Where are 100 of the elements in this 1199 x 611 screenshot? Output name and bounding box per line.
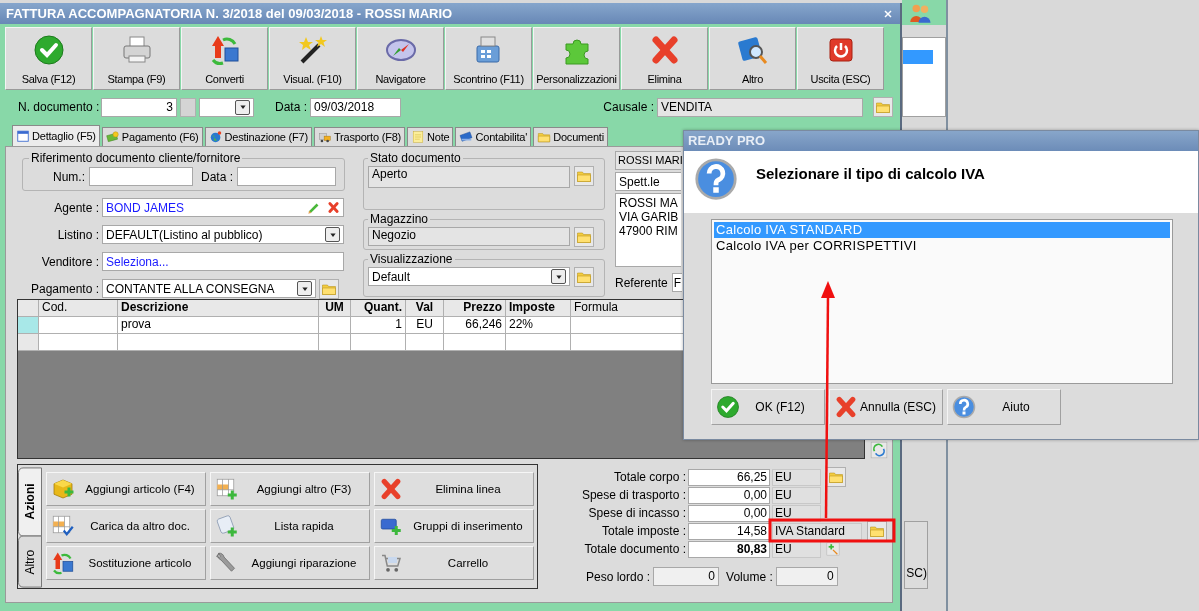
group-title: Stato documento (369, 151, 462, 165)
tab[interactable]: Dettaglio (F5) (12, 125, 100, 146)
action-button[interactable]: Carica da altro doc. (46, 509, 206, 543)
group-title: Riferimento documento cliente/fornitore (30, 151, 242, 165)
action-button[interactable]: Carrello (374, 546, 534, 580)
toolbar-button[interactable]: Elimina (621, 27, 708, 90)
truck-icon (317, 130, 332, 144)
folder-icon (537, 130, 552, 144)
tab[interactable]: Contabilita' (455, 127, 532, 146)
dialog-button[interactable]: Annulla (ESC) (829, 389, 943, 425)
dropdown[interactable]: Default (368, 267, 570, 287)
readonly-field: Aperto (368, 166, 570, 188)
field-label: Volume : (726, 569, 773, 584)
table-cell (351, 334, 406, 351)
folder-button[interactable] (574, 166, 594, 186)
causale-field[interactable]: VENDITA (657, 97, 863, 117)
checkmark-icon (716, 395, 740, 419)
field-label: Listino : (56, 227, 99, 242)
total-label: Spese di incasso : (587, 506, 686, 520)
readonly-field: Negozio (368, 227, 570, 247)
side-tab[interactable]: Azioni (18, 467, 42, 537)
total-value: 0,00 (688, 486, 770, 504)
toolbar-button[interactable]: Visual. (F10) (269, 27, 356, 90)
folder-icon (576, 229, 592, 246)
folder-button[interactable] (574, 267, 594, 288)
total-label: Totale corpo : (612, 470, 686, 484)
spin-button[interactable] (180, 97, 196, 117)
action-button[interactable]: Gruppi di inserimento (374, 509, 534, 543)
referente-field[interactable]: F (671, 273, 682, 292)
action-button[interactable]: Aggiungi riparazione (210, 546, 370, 580)
total-value: 80,83 (688, 540, 770, 558)
field-label: Num.: (53, 169, 85, 184)
address-field[interactable]: ROSSI MA VIA GARIB 47900 RIM (615, 193, 681, 267)
date-field[interactable] (237, 167, 337, 186)
folder-icon (875, 99, 891, 115)
close-button[interactable] (882, 7, 894, 20)
printer-icon (120, 34, 153, 66)
dropdown[interactable]: DEFAULT(Listino al pubblico) (102, 225, 344, 244)
side-tab[interactable]: Altro (18, 536, 42, 588)
folder-button[interactable] (319, 278, 339, 299)
toolbar-button[interactable]: Navigatore (357, 27, 444, 90)
cancel-icon (834, 395, 858, 419)
calendar-icon (16, 129, 30, 143)
list-item[interactable]: Calcolo IVA per CORRISPETTIVI (714, 238, 1170, 254)
selected-row (903, 50, 933, 64)
tab[interactable]: Pagamento (F6) (101, 127, 203, 146)
dialog-title: READY PRO (684, 131, 1198, 151)
action-button[interactable]: Elimina linea (374, 472, 534, 506)
field-label: Agente : (53, 200, 99, 215)
number-field[interactable] (89, 167, 193, 186)
agent-field[interactable]: BOND JAMES (102, 198, 344, 217)
toolbar-button[interactable]: Altro (709, 27, 796, 90)
seller-field[interactable]: Seleziona... (102, 252, 344, 271)
total-value: 0,00 (688, 504, 770, 522)
table-cell (319, 334, 351, 351)
background-button[interactable]: SC) (904, 521, 928, 589)
toolbar-button[interactable]: Uscita (ESC) (797, 27, 884, 90)
tab[interactable]: Documenti (533, 127, 608, 146)
folder-button[interactable] (826, 467, 846, 487)
folder-button[interactable] (574, 227, 594, 248)
toolbar-button[interactable]: Converti (181, 27, 268, 90)
tab[interactable]: Note (407, 127, 454, 146)
unit-field: IVA Standard (772, 522, 862, 540)
question-icon (694, 157, 738, 201)
number-field[interactable]: 3 (101, 97, 177, 117)
grid-add-icon (215, 477, 239, 501)
total-value: 66,25 (688, 468, 770, 486)
action-button[interactable]: Aggiungi altro (F3) (210, 472, 370, 506)
folder-icon (576, 269, 592, 286)
unit-field: EU (772, 468, 821, 486)
measure-field[interactable]: 0 (775, 567, 838, 586)
toolbar-button[interactable]: Scontrino (F11) (445, 27, 532, 90)
dropdown[interactable]: CONTANTE ALLA CONSEGNA (102, 279, 316, 298)
salutation-field[interactable]: Spett.le (615, 172, 681, 191)
dialog-button[interactable]: OK (F12) (711, 389, 825, 425)
window-title: FATTURA ACCOMPAGNATORIA N. 3/2018 del 09/03/2018 - ROSSI MARIO (6, 6, 453, 21)
toolbar-button[interactable]: Stampa (F9) (93, 27, 180, 90)
money-icon (105, 130, 120, 144)
folder-icon (828, 469, 844, 485)
action-button[interactable]: Sostituzione articolo (46, 546, 206, 580)
close-icon (882, 7, 894, 20)
action-button[interactable]: Lista rapida (210, 509, 370, 543)
folder-button[interactable] (867, 521, 887, 541)
folder-icon (576, 168, 592, 184)
delete-icon (379, 477, 403, 501)
folder-button[interactable] (873, 97, 893, 117)
action-button[interactable]: Aggiungi articolo (F4) (46, 472, 206, 506)
group-title: Magazzino (369, 212, 430, 227)
tab[interactable]: Destinazione (F7) (204, 127, 312, 146)
refresh-button[interactable] (870, 441, 888, 459)
series-dropdown[interactable] (199, 97, 254, 117)
dialog-button[interactable]: Aiuto (947, 389, 1061, 425)
field-label: Peso lordo : (586, 569, 651, 584)
globe-icon (208, 130, 223, 144)
dialog-message: Selezionare il tipo di calcolo IVA (756, 165, 985, 182)
date-field[interactable]: 09/03/2018 (310, 97, 401, 117)
toolbar-button[interactable]: Salva (F12) (5, 27, 92, 90)
measure-field[interactable]: 0 (653, 567, 720, 586)
toolbar-button[interactable]: Personalizzazioni (533, 27, 620, 90)
tab[interactable]: Trasporto (F8) (313, 127, 406, 146)
